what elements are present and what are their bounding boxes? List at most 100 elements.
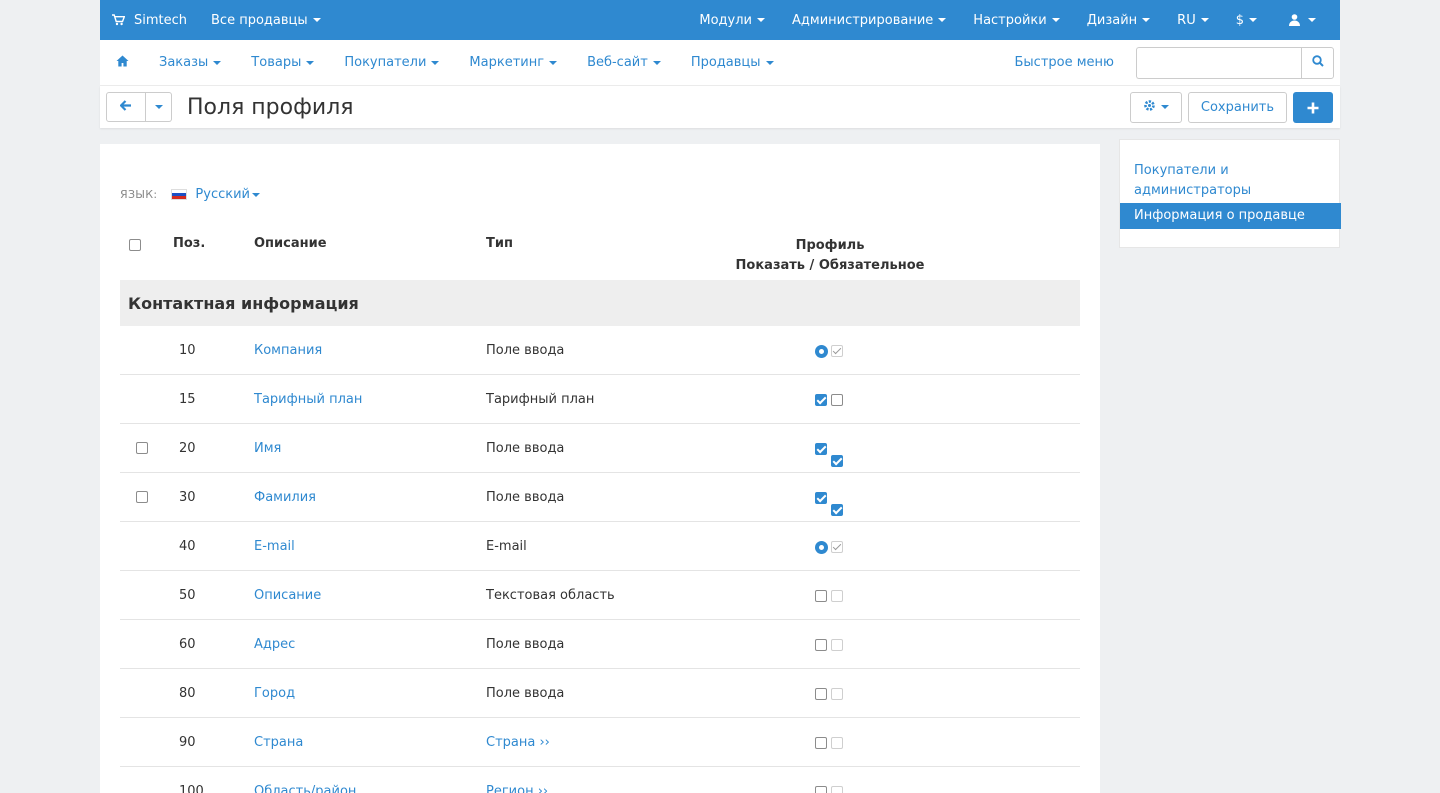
chevron-down-icon	[1160, 105, 1169, 109]
chevron-down-icon	[1308, 18, 1316, 22]
nav-marketing[interactable]: Маркетинг	[454, 55, 572, 70]
chevron-down-icon	[252, 192, 260, 197]
back-button[interactable]	[106, 92, 146, 122]
user-icon	[1289, 14, 1300, 26]
row-position: 20	[179, 441, 196, 456]
row-description-link[interactable]: Фамилия	[254, 490, 316, 505]
settings-dropdown-button[interactable]	[1129, 91, 1182, 123]
add-button[interactable]	[1293, 91, 1333, 123]
required-checkbox	[831, 590, 843, 602]
show-checkbox[interactable]	[815, 737, 827, 749]
select-all-checkbox[interactable]	[129, 239, 141, 251]
row-description-link[interactable]: E-mail	[254, 539, 295, 554]
shopping-cart-icon	[112, 14, 125, 26]
table-row: 90 Страна Страна ››	[120, 718, 1080, 767]
nav-customers[interactable]: Покупатели	[329, 55, 454, 70]
title-bar: Поля профиля Сохранить	[100, 86, 1340, 128]
quick-menu-link[interactable]: Быстрое меню	[1015, 55, 1115, 70]
chevron-down-icon	[1142, 18, 1151, 22]
sidebar-item-customers-admins[interactable]: Покупатели и администраторы	[1120, 161, 1341, 201]
show-checkbox[interactable]	[815, 786, 827, 793]
menu-addons-label: Модули	[699, 12, 752, 28]
chevron-down-icon	[1200, 18, 1209, 22]
row-description-link[interactable]: Компания	[254, 343, 322, 358]
show-radio[interactable]	[815, 345, 828, 358]
row-position: 40	[179, 539, 196, 554]
nav-orders[interactable]: Заказы	[144, 55, 236, 70]
search-button[interactable]	[1301, 46, 1334, 79]
nav-website[interactable]: Веб-сайт	[572, 55, 676, 70]
required-checkbox[interactable]	[831, 394, 843, 406]
row-description-link[interactable]: Область/район	[254, 784, 356, 793]
row-description-link[interactable]: Адрес	[254, 637, 295, 652]
row-type-link[interactable]: Страна ››	[486, 735, 550, 750]
menu-settings[interactable]: Настройки	[961, 0, 1074, 40]
table-row: 40 E-mail E-mail	[120, 522, 1080, 571]
gear-icon	[1143, 99, 1156, 116]
row-position: 90	[179, 735, 196, 750]
chevron-down-icon	[652, 60, 661, 65]
plus-icon	[1307, 95, 1319, 119]
chevron-down-icon	[549, 60, 558, 65]
home-link[interactable]	[100, 55, 144, 71]
menu-administration-label: Администрирование	[792, 12, 934, 28]
row-position: 80	[179, 686, 196, 701]
sidebar: Покупатели и администраторы Информация о…	[1119, 139, 1341, 248]
header-position: Поз.	[173, 236, 206, 251]
row-type-link[interactable]: Регион ››	[486, 784, 548, 793]
show-checkbox[interactable]	[815, 590, 827, 602]
show-checkbox[interactable]	[815, 688, 827, 700]
show-checkbox[interactable]	[815, 639, 827, 651]
table-row: 10 Компания Поле ввода	[120, 326, 1080, 375]
save-button[interactable]: Сохранить	[1187, 91, 1287, 123]
table-row: 80 Город Поле ввода	[120, 669, 1080, 718]
history-dropdown-button[interactable]	[146, 92, 172, 122]
show-checkbox[interactable]	[815, 443, 827, 455]
row-select-checkbox[interactable]	[136, 491, 148, 503]
required-checkbox	[831, 737, 843, 749]
show-checkbox[interactable]	[815, 394, 827, 406]
row-description-link[interactable]: Город	[254, 686, 295, 701]
row-description-link[interactable]: Страна	[254, 735, 303, 750]
row-position: 30	[179, 490, 196, 505]
user-menu[interactable]	[1277, 0, 1340, 40]
required-checkbox[interactable]	[831, 504, 843, 516]
sidebar-item-vendor-info[interactable]: Информация о продавце	[1120, 203, 1341, 229]
show-radio[interactable]	[815, 541, 828, 554]
vendors-dropdown[interactable]: Все продавцы	[199, 0, 333, 40]
language-menu[interactable]: RU	[1165, 0, 1224, 40]
required-checkbox[interactable]	[831, 455, 843, 467]
chevron-down-icon	[1051, 18, 1060, 22]
row-select-checkbox[interactable]	[136, 442, 148, 454]
required-checkbox	[831, 345, 843, 357]
page-title: Поля профиля	[187, 94, 354, 120]
menu-addons[interactable]: Модули	[687, 0, 780, 40]
nav-vendors[interactable]: Продавцы	[676, 55, 789, 70]
nav-website-label: Веб-сайт	[587, 55, 648, 70]
main-panel: Язык: Русский Поз. Описание Тип Профиль …	[100, 144, 1100, 793]
nav-orders-label: Заказы	[159, 55, 209, 70]
menu-administration[interactable]: Администрирование	[780, 0, 961, 40]
nav-vendors-label: Продавцы	[690, 55, 761, 70]
show-checkbox[interactable]	[815, 492, 827, 504]
row-description-link[interactable]: Описание	[254, 588, 321, 603]
language-dropdown[interactable]: Русский	[195, 187, 260, 202]
row-description-link[interactable]: Тарифный план	[254, 392, 362, 407]
nav-products[interactable]: Товары	[236, 55, 329, 70]
table-row: 15 Тарифный план Тарифный план	[120, 375, 1080, 424]
back-button-group	[106, 92, 172, 122]
search-input[interactable]	[1136, 46, 1301, 79]
chevron-down-icon	[154, 105, 163, 109]
russian-flag-icon	[171, 189, 188, 200]
fields-table: 10 Компания Поле ввода 15 Тарифный план …	[120, 326, 1080, 793]
language-selector: Язык: Русский	[120, 187, 260, 202]
main-nav: Заказы Товары Покупатели Маркетинг Веб-с…	[100, 40, 1340, 86]
currency-menu[interactable]: $	[1224, 0, 1277, 40]
row-description-link[interactable]: Имя	[254, 441, 281, 456]
menu-design[interactable]: Дизайн	[1075, 0, 1165, 40]
chevron-down-icon	[938, 18, 947, 22]
table-row: 50 Описание Текстовая область	[120, 571, 1080, 620]
vendors-label: Все продавцы	[211, 12, 308, 28]
brand-link[interactable]: Simtech	[100, 0, 199, 40]
menu-settings-label: Настройки	[973, 12, 1047, 28]
